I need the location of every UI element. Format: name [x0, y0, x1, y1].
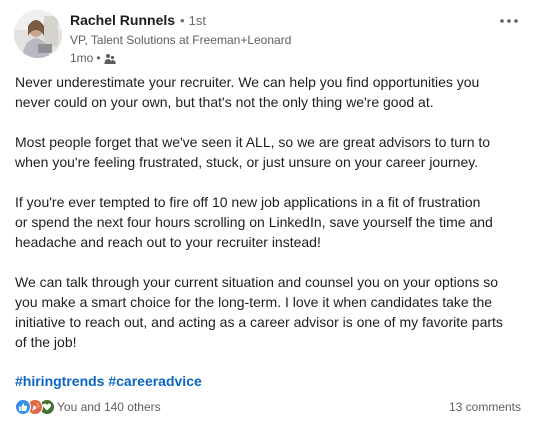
post-paragraph: Never underestimate your recruiter. We c…	[15, 74, 480, 110]
author-name[interactable]: Rachel Runnels	[70, 12, 175, 28]
post-timestamp[interactable]: 1mo	[70, 51, 93, 65]
meta-separator: •	[96, 51, 101, 65]
post-paragraph: Most people forget that we've seen it AL…	[15, 134, 491, 170]
post-text: Never underestimate your recruiter. We c…	[15, 72, 525, 352]
more-options-button[interactable]	[498, 14, 520, 28]
feed-post-card: Rachel Runnels • 1st VP, Talent Solution…	[0, 0, 536, 424]
people-icon	[104, 52, 116, 64]
like-icon	[15, 399, 31, 415]
author-avatar[interactable]	[14, 10, 62, 58]
hashtag-link[interactable]: #careeradvice	[108, 373, 201, 389]
connection-degree: 1st	[188, 13, 206, 28]
more-options-icon	[500, 19, 518, 23]
hashtag-row: #hiringtrends #careeradvice	[15, 373, 202, 389]
author-headline: VP, Talent Solutions at Freeman+Leonard	[70, 33, 292, 47]
reactions-count[interactable]: You and 140 others	[57, 400, 161, 414]
post-author-info: Rachel Runnels • 1st VP, Talent Solution…	[70, 12, 470, 65]
comments-count[interactable]: 13 comments	[449, 400, 521, 414]
post-paragraph: If you're ever tempted to fire off 10 ne…	[15, 194, 493, 250]
name-separator: •	[180, 13, 185, 28]
reactions-summary[interactable]: You and 140 others	[15, 398, 161, 416]
post-paragraph: We can talk through your current situati…	[15, 274, 503, 350]
reaction-icons	[15, 399, 55, 415]
hashtag-link[interactable]: #hiringtrends	[15, 373, 104, 389]
